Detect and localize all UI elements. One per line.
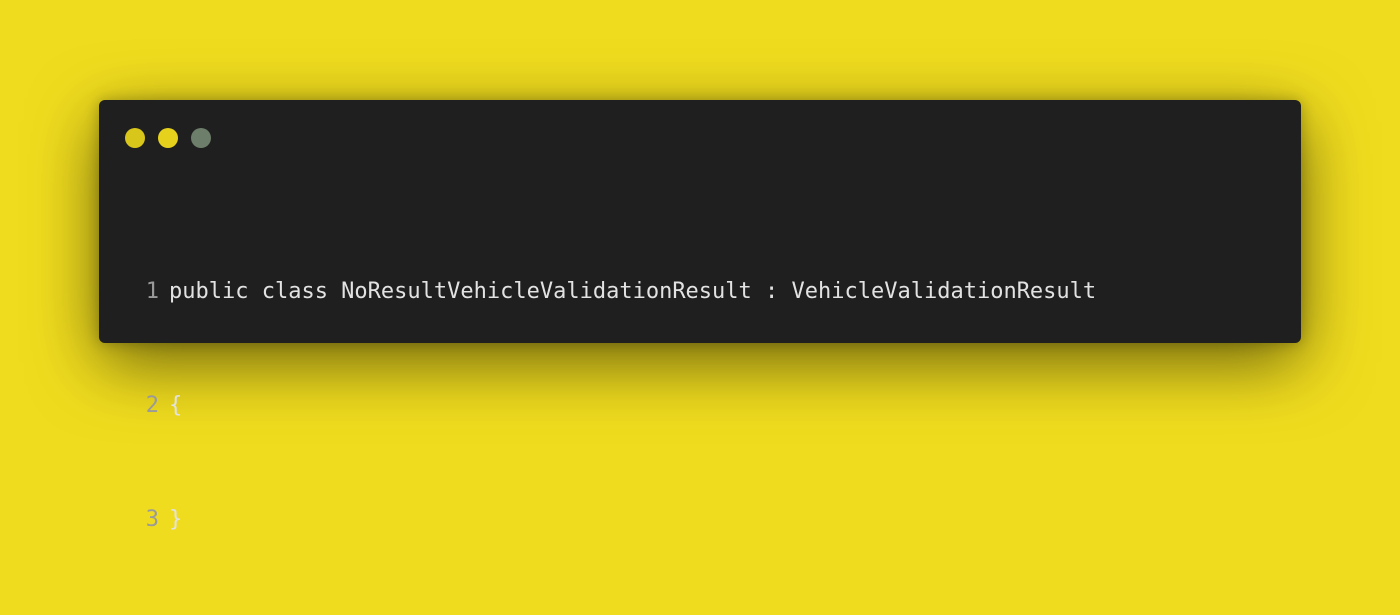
code-text: public class NoResultVehicleValidationRe… (169, 279, 1097, 304)
code-line: 1 public class NoResultVehicleValidation… (99, 273, 1096, 311)
code-line: 3 } (99, 501, 1096, 539)
maximize-dot-icon[interactable] (191, 128, 211, 148)
window-controls (125, 128, 211, 148)
line-number: 2 (145, 393, 159, 418)
code-window: 1 public class NoResultVehicleValidation… (99, 100, 1301, 532)
code-block: 1 public class NoResultVehicleValidation… (99, 197, 1096, 615)
line-number: 3 (145, 507, 159, 532)
close-dot-icon[interactable] (125, 128, 145, 148)
code-text: } (169, 507, 183, 532)
code-line: 2 { (99, 387, 1096, 425)
minimize-dot-icon[interactable] (158, 128, 178, 148)
code-text: { (169, 393, 183, 418)
line-number: 1 (145, 279, 159, 304)
